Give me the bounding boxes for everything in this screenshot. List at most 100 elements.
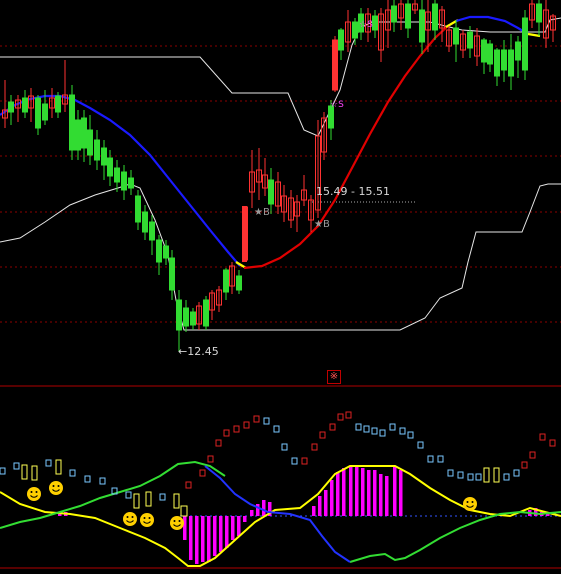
indicator-box: [243, 421, 250, 429]
smiley-icon: [49, 481, 63, 495]
candle-down: [142, 211, 148, 233]
candle-down: [87, 129, 93, 156]
indicator-box: [69, 469, 76, 477]
smiley-icon: [466, 501, 469, 503]
macd-bar: [183, 516, 187, 540]
macd-bar: [393, 466, 397, 516]
candle-down: [372, 15, 378, 31]
indicator-box: [371, 427, 378, 435]
indicator-box: [281, 443, 288, 451]
signal-line-green: [349, 510, 561, 563]
candle-down: [391, 5, 397, 23]
indicator-box: [417, 441, 424, 449]
candle-down: [515, 41, 521, 61]
macd-bar: [231, 516, 235, 540]
macd-bar: [373, 470, 377, 516]
candle-down: [338, 29, 344, 51]
smiley-icon: [148, 517, 151, 519]
moving-average-turn: [527, 32, 541, 38]
indicator-box: [273, 425, 280, 433]
candle-down: [494, 49, 500, 77]
macd-bar: [225, 516, 229, 548]
candle-down: [107, 157, 113, 177]
indicator-box: [311, 443, 318, 451]
candle-down: [223, 269, 229, 293]
macd-bar: [312, 506, 316, 516]
macd-bar: [349, 466, 353, 516]
indicator-toggle-icon[interactable]: ※: [327, 370, 341, 384]
candle-down: [22, 97, 28, 113]
candle-down: [467, 31, 473, 49]
sell-marker: ☆S: [330, 100, 344, 110]
candle-up: [332, 40, 337, 90]
macd-bar: [379, 474, 383, 516]
indicator-box: [84, 475, 91, 483]
macd-bar: [324, 490, 328, 516]
candle-down: [94, 139, 100, 161]
indicator-box: [513, 469, 520, 477]
candle-down: [149, 221, 155, 241]
candle-down: [268, 179, 274, 205]
indicator-box: [319, 431, 326, 439]
candle-down: [536, 3, 542, 23]
smiley-icon: [471, 501, 474, 503]
stock-chart-window[interactable]: ★B ★B ☆S ☆S ←12.45 15.49 - 15.51 ※: [0, 0, 561, 574]
indicator-box: [0, 467, 6, 475]
smiley-icon: [57, 485, 60, 487]
indicator-box: [483, 467, 490, 483]
candle-down: [501, 49, 507, 71]
indicator-box: [475, 473, 482, 481]
indicator-box: [437, 455, 444, 463]
candle-down: [8, 101, 14, 113]
indicator-box: [31, 465, 38, 481]
candle-down: [156, 239, 162, 263]
indicator-box: [199, 469, 206, 477]
candle-down: [183, 307, 189, 327]
indicator-box: [521, 461, 528, 469]
candlestick-chart[interactable]: ★B ★B ☆S ☆S: [0, 0, 561, 574]
indicator-box: [207, 455, 214, 463]
smiley-icon: [35, 491, 38, 493]
candle-down: [128, 177, 134, 189]
indicator-box: [55, 459, 62, 475]
indicator-box: [21, 464, 28, 480]
indicator-box: [355, 423, 362, 431]
indicator-box: [99, 477, 106, 485]
candle-down: [75, 119, 81, 151]
indicator-box: [223, 429, 230, 437]
macd-bar: [318, 496, 322, 516]
indicator-box: [379, 429, 386, 437]
indicator-box: [45, 459, 52, 467]
buy-marker: ★B: [254, 207, 270, 218]
candle-down: [169, 257, 175, 291]
price-range-label: 15.49 - 15.51: [316, 185, 390, 198]
candle-down: [405, 3, 411, 29]
indicator-box: [467, 473, 474, 481]
smiley-icon: [30, 491, 33, 493]
indicator-box: [233, 425, 240, 433]
macd-bar: [213, 516, 217, 556]
indicator-box: [529, 451, 536, 459]
indicator-box: [337, 413, 344, 421]
candle-down: [101, 147, 107, 166]
low-price-label: ←12.45: [178, 345, 219, 358]
smiley-icon: [27, 487, 41, 501]
candle-up: [242, 206, 247, 262]
indicator-box: [457, 471, 464, 479]
sell-marker: ☆S: [359, 20, 373, 30]
candle-down: [176, 299, 182, 331]
candle-down: [508, 49, 514, 77]
indicator-box: [493, 467, 500, 483]
candle-down: [190, 311, 196, 326]
indicator-box: [145, 491, 152, 507]
macd-bar: [342, 468, 346, 516]
candle-down: [481, 39, 487, 63]
macd-bar: [195, 516, 199, 564]
macd-bar: [385, 476, 389, 516]
candle-down: [236, 275, 242, 291]
smiley-icon: [131, 516, 134, 518]
moving-average-down-line: [455, 15, 529, 35]
candle-down: [487, 43, 493, 65]
smiley-icon: [126, 516, 129, 518]
macd-bar: [189, 516, 193, 560]
